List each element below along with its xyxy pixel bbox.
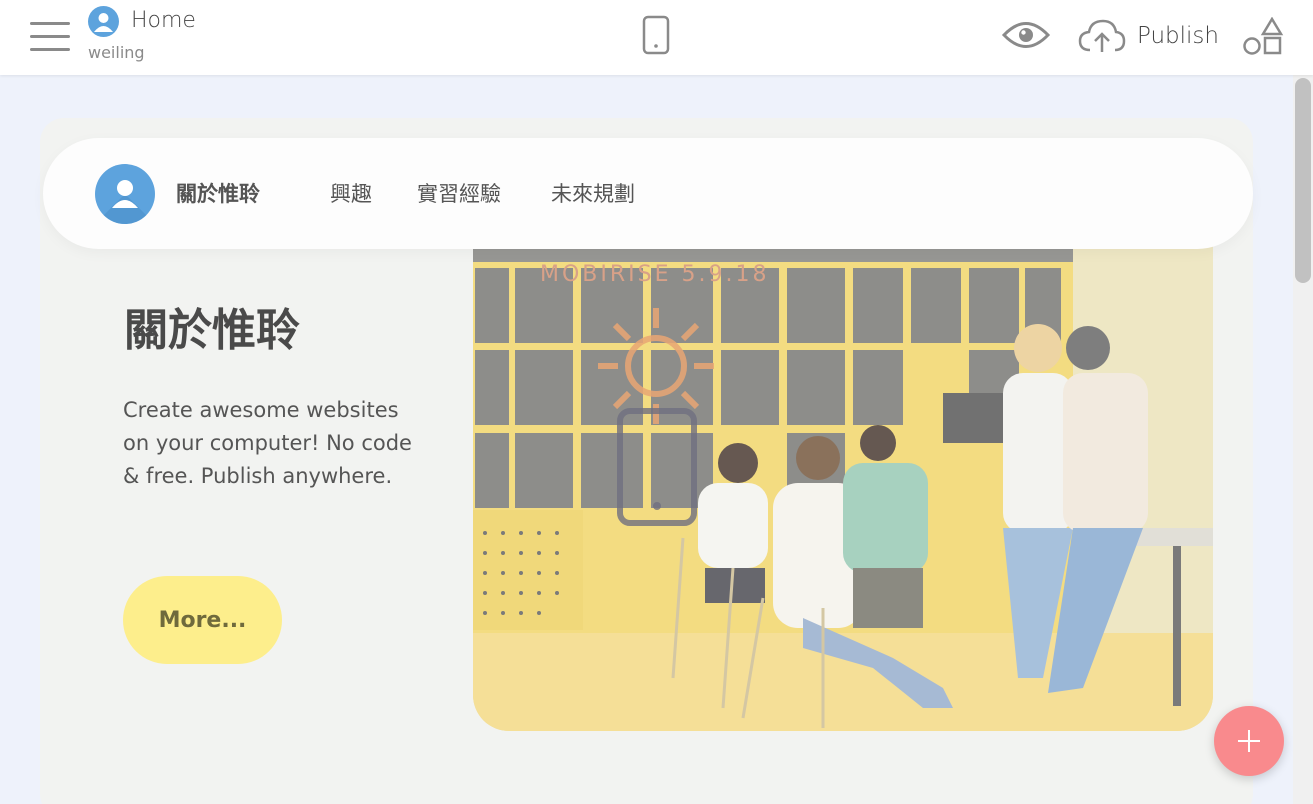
eye-icon[interactable] [1001,18,1051,52]
hero-image[interactable]: MOBIRISE 5.9.18 [473,238,1213,731]
site-navbar: 關於惟聆 興趣 實習經驗 未來規劃 [43,138,1253,249]
page-avatar-icon [88,6,119,37]
publish-button[interactable]: Publish [1078,16,1219,56]
editor-topbar: Home weiling Publish [0,0,1313,75]
hero-title: 關於惟聆 [124,305,300,356]
nav-link-interests[interactable]: 興趣 [330,178,372,208]
hero-description: Create awesome websites on your computer… [123,398,412,488]
more-button[interactable]: More... [123,576,282,664]
project-user-name: weiling [88,43,145,62]
brand-logo-icon[interactable] [95,164,155,224]
page-title[interactable]: Home [131,8,196,33]
mobile-device-icon[interactable] [642,15,670,55]
menu-icon[interactable] [30,22,70,52]
nav-link-internship[interactable]: 實習經驗 [417,178,501,208]
shapes-icon[interactable] [1242,16,1284,57]
publish-label: Publish [1137,23,1219,49]
nav-link-future-plans[interactable]: 未來規劃 [551,178,635,208]
brand-name[interactable]: 關於惟聆 [176,178,260,208]
canvas-scrollbar-thumb[interactable] [1295,78,1311,283]
cloud-upload-icon [1078,19,1126,52]
add-block-button[interactable] [1214,706,1284,776]
watermark-text: MOBIRISE 5.9.18 [540,262,770,287]
